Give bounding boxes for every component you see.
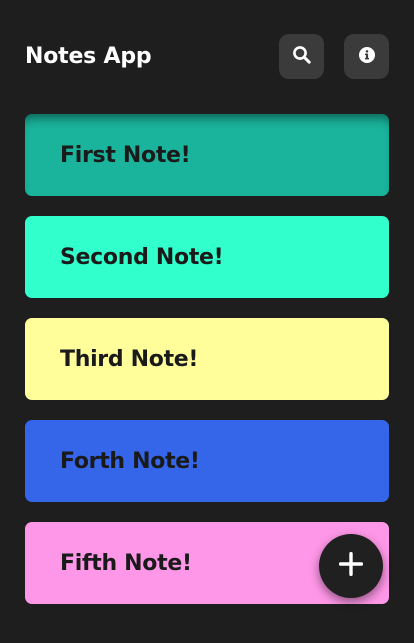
note-title: Second Note! (60, 244, 224, 270)
plus-icon (337, 550, 365, 582)
note-card[interactable]: First Note! (25, 114, 389, 196)
note-title: Third Note! (60, 346, 199, 372)
app-header: Notes App (0, 0, 414, 114)
note-card[interactable]: Forth Note! (25, 420, 389, 502)
note-title: Forth Note! (60, 448, 200, 474)
note-title: First Note! (60, 142, 191, 168)
info-button[interactable] (344, 34, 389, 79)
add-note-button[interactable] (319, 534, 383, 598)
note-card[interactable]: Third Note! (25, 318, 389, 400)
note-title: Fifth Note! (60, 550, 192, 576)
note-card[interactable]: Second Note! (25, 216, 389, 298)
search-icon (292, 45, 312, 69)
search-button[interactable] (279, 34, 324, 79)
info-icon (358, 46, 376, 68)
app-title: Notes App (25, 44, 152, 69)
